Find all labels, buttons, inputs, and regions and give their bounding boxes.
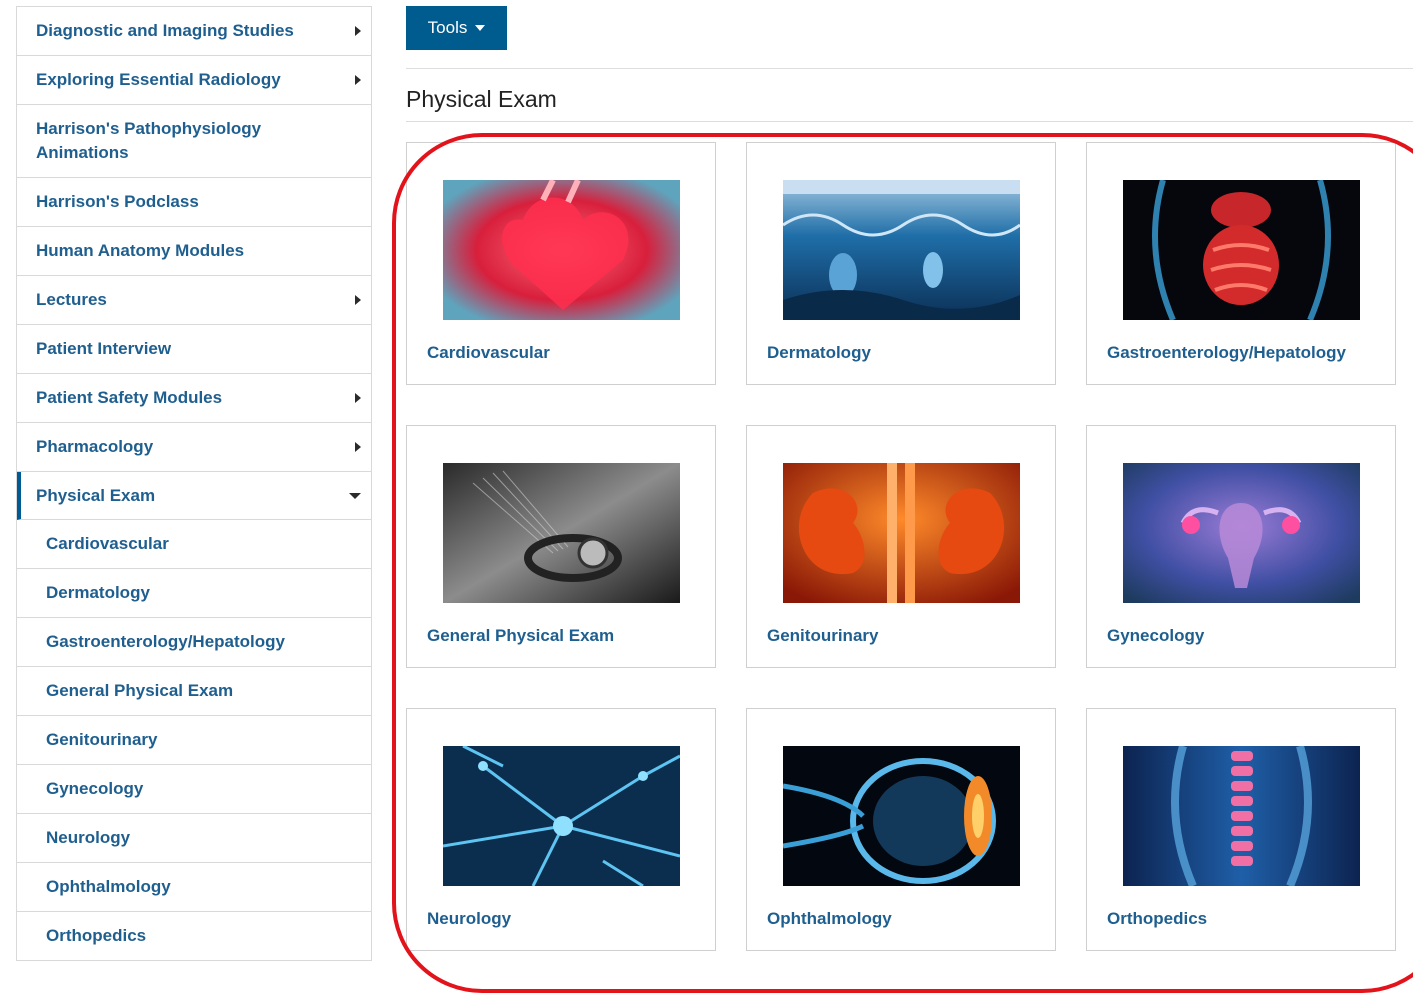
chevron-right-icon xyxy=(355,26,361,36)
sidebar-item-label: Harrison's Podclass xyxy=(36,192,199,211)
sidebar-item-label: Harrison's Pathophysiology Animations xyxy=(36,119,262,162)
sidebar-item-label: Lectures xyxy=(36,290,107,309)
card-label: Neurology xyxy=(427,909,512,928)
card-gastroenterology[interactable]: Gastroenterology/Hepatology xyxy=(1086,142,1396,385)
sidebar-item-physical-exam[interactable]: Physical Exam xyxy=(17,472,371,520)
card-genitourinary[interactable]: Genitourinary xyxy=(746,425,1056,668)
card-label: Gastroenterology/Hepatology xyxy=(1107,343,1346,362)
sidebar-item-lectures[interactable]: Lectures xyxy=(17,276,371,325)
divider xyxy=(406,121,1413,122)
neurons-image xyxy=(443,746,680,886)
stethoscope-image xyxy=(443,463,680,603)
tools-dropdown-button[interactable]: Tools xyxy=(406,6,507,50)
uterus-image xyxy=(1123,463,1360,603)
sidebar-item-essential-radiology[interactable]: Exploring Essential Radiology xyxy=(17,56,371,105)
sidebar-item-pathophysiology-animations[interactable]: Harrison's Pathophysiology Animations xyxy=(17,105,371,178)
page-title: Physical Exam xyxy=(406,86,557,112)
chevron-right-icon xyxy=(355,295,361,305)
sidebar-subitem-ophthalmology[interactable]: Ophthalmology xyxy=(17,863,371,912)
tools-button-label: Tools xyxy=(427,18,468,37)
heart-image xyxy=(443,180,680,320)
sidebar-subitem-gynecology[interactable]: Gynecology xyxy=(17,765,371,814)
card-label: General Physical Exam xyxy=(427,626,615,645)
sidebar-item-label: Physical Exam xyxy=(36,485,156,505)
card-dermatology[interactable]: Dermatology xyxy=(746,142,1056,385)
eye-image xyxy=(783,746,1020,886)
sidebar-subitem-label: Neurology xyxy=(46,828,131,847)
card-label: Cardiovascular xyxy=(427,343,550,362)
sidebar-subitem-label: Dermatology xyxy=(46,583,150,602)
sidebar-subitem-orthopedics[interactable]: Orthopedics xyxy=(17,912,371,961)
card-label: Ophthalmology xyxy=(767,909,892,928)
sidebar-item-diagnostic-imaging[interactable]: Diagnostic and Imaging Studies xyxy=(17,7,371,56)
caret-down-icon xyxy=(475,25,486,31)
sidebar-subitem-genitourinary[interactable]: Genitourinary xyxy=(17,716,371,765)
chevron-right-icon xyxy=(355,75,361,85)
card-label: Dermatology xyxy=(767,343,871,362)
sidebar-item-patient-safety[interactable]: Patient Safety Modules xyxy=(17,374,371,423)
sidebar-subitem-label: Gynecology xyxy=(46,779,144,798)
card-orthopedics[interactable]: Orthopedics xyxy=(1086,708,1396,951)
sidebar-subitem-label: Ophthalmology xyxy=(46,877,171,896)
sidebar-subitem-label: Cardiovascular xyxy=(46,534,169,553)
sidebar-subitem-label: Genitourinary xyxy=(46,730,158,749)
sidebar-item-podclass[interactable]: Harrison's Podclass xyxy=(17,178,371,227)
card-label: Genitourinary xyxy=(767,626,879,645)
chevron-down-icon xyxy=(349,492,361,499)
sidebar-subitem-gastroenterology[interactable]: Gastroenterology/Hepatology xyxy=(17,618,371,667)
card-neurology[interactable]: Neurology xyxy=(406,708,716,951)
sidebar-nav: Diagnostic and Imaging Studies Exploring… xyxy=(16,6,372,961)
sidebar-subitem-dermatology[interactable]: Dermatology xyxy=(17,569,371,618)
sidebar-item-label: Patient Interview xyxy=(36,339,172,358)
sidebar-subitem-label: Orthopedics xyxy=(46,926,147,945)
spine-image xyxy=(1123,746,1360,886)
chevron-right-icon xyxy=(355,393,361,403)
skin-layers-image xyxy=(783,180,1020,320)
card-cardiovascular[interactable]: Cardiovascular xyxy=(406,142,716,385)
sidebar-subitem-general-physical-exam[interactable]: General Physical Exam xyxy=(17,667,371,716)
card-ophthalmology[interactable]: Ophthalmology xyxy=(746,708,1056,951)
card-label: Gynecology xyxy=(1107,626,1205,645)
card-label: Orthopedics xyxy=(1107,909,1208,928)
sidebar-item-patient-interview[interactable]: Patient Interview xyxy=(17,325,371,374)
sidebar-subitem-label: General Physical Exam xyxy=(46,681,234,700)
sidebar-item-label: Diagnostic and Imaging Studies xyxy=(36,21,294,40)
sidebar-item-label: Human Anatomy Modules xyxy=(36,241,245,260)
divider xyxy=(406,68,1413,69)
sidebar-item-anatomy-modules[interactable]: Human Anatomy Modules xyxy=(17,227,371,276)
sidebar-subitem-neurology[interactable]: Neurology xyxy=(17,814,371,863)
sidebar-item-label: Patient Safety Modules xyxy=(36,388,223,407)
chevron-right-icon xyxy=(355,442,361,452)
sidebar-subitem-label: Gastroenterology/Hepatology xyxy=(46,632,285,651)
sidebar-item-label: Pharmacology xyxy=(36,437,154,456)
card-general-physical-exam[interactable]: General Physical Exam xyxy=(406,425,716,668)
kidneys-image xyxy=(783,463,1020,603)
sidebar-subitem-cardiovascular[interactable]: Cardiovascular xyxy=(17,520,371,569)
digestive-system-image xyxy=(1123,180,1360,320)
sidebar-item-label: Exploring Essential Radiology xyxy=(36,70,281,89)
sidebar-item-pharmacology[interactable]: Pharmacology xyxy=(17,423,371,472)
card-gynecology[interactable]: Gynecology xyxy=(1086,425,1396,668)
